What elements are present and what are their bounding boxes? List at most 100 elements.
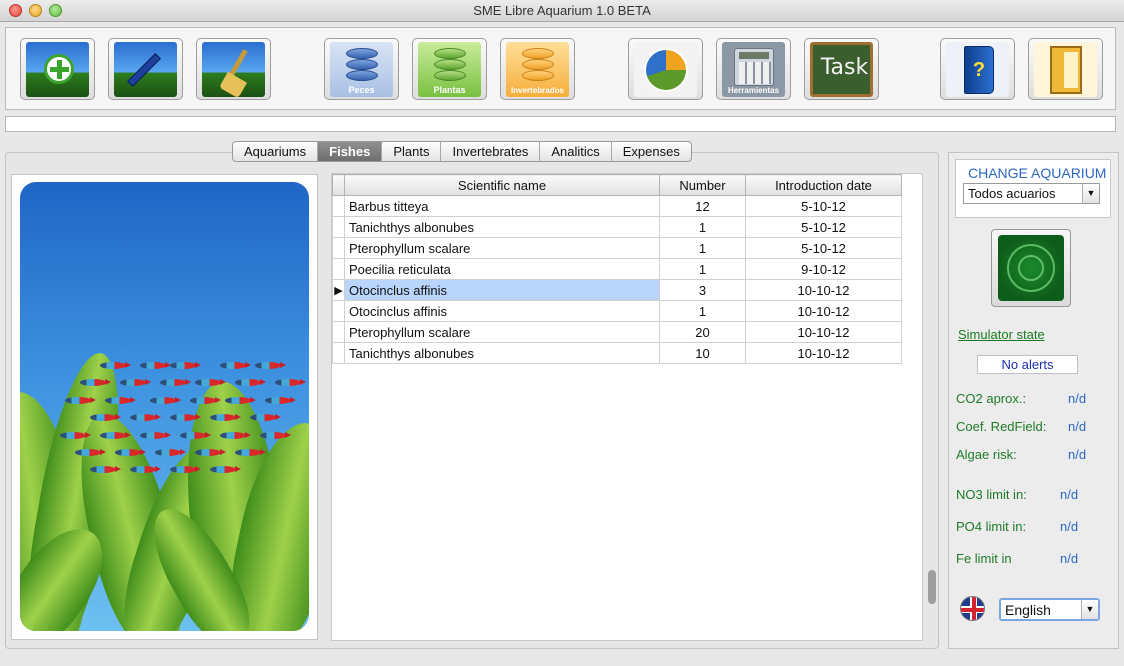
plants-button[interactable]: Plantas	[412, 38, 487, 100]
database-icon	[346, 48, 378, 82]
neon-fish	[65, 397, 96, 404]
param-value-po4-limit: n/d	[1060, 519, 1079, 534]
tab-expenses[interactable]: Expenses	[612, 142, 691, 161]
cell-introduction-date[interactable]: 9-10-12	[745, 258, 902, 280]
table-row[interactable]: Barbus titteya 12 5-10-12	[332, 195, 902, 217]
cell-introduction-date[interactable]: 10-10-12	[745, 342, 902, 364]
neon-fish	[130, 414, 161, 421]
cell-introduction-date[interactable]: 5-10-12	[745, 195, 902, 217]
cell-number[interactable]: 10	[659, 342, 746, 364]
cell-introduction-date[interactable]: 10-10-12	[745, 300, 902, 322]
add-aquarium-button[interactable]	[20, 38, 95, 100]
cell-introduction-date[interactable]: 5-10-12	[745, 237, 902, 259]
neon-fish	[100, 432, 131, 439]
neon-fish	[210, 414, 241, 421]
table-scrollbar-thumb[interactable]	[928, 570, 936, 604]
cell-scientific-name[interactable]: Tanichthys albonubes	[344, 342, 660, 364]
neon-fish	[90, 466, 121, 473]
cell-scientific-name[interactable]: Pterophyllum scalare	[344, 237, 660, 259]
tab-analitics[interactable]: Analitics	[540, 142, 612, 161]
column-header-number[interactable]: Number	[659, 174, 746, 196]
table-row[interactable]: Tanichthys albonubes 10 10-10-12	[332, 342, 902, 364]
neon-fish	[140, 432, 171, 439]
neon-fish	[170, 362, 201, 369]
chevron-down-icon[interactable]: ▼	[1081, 600, 1098, 619]
neon-fish	[90, 414, 121, 421]
table-row-selected[interactable]: ▶ Otocinclus affinis 3 10-10-12	[332, 279, 902, 301]
chalkboard-icon: Task	[810, 42, 873, 97]
tab-plants[interactable]: Plants	[382, 142, 442, 161]
clean-aquarium-button[interactable]	[196, 38, 271, 100]
param-value-no3-limit: n/d	[1060, 487, 1079, 502]
cell-introduction-date[interactable]: 5-10-12	[745, 216, 902, 238]
neon-fish	[220, 432, 251, 439]
cell-number[interactable]: 1	[659, 216, 746, 238]
aquarium-select[interactable]: Todos acuarios ▼	[963, 183, 1100, 204]
cell-number[interactable]: 1	[659, 258, 746, 280]
cell-number[interactable]: 20	[659, 321, 746, 343]
cell-number[interactable]: 3	[659, 279, 746, 301]
table-row[interactable]: Tanichthys albonubes 1 5-10-12	[332, 216, 902, 238]
aquarium-image	[20, 182, 309, 631]
exit-button[interactable]	[1028, 38, 1103, 100]
param-value-fe-limit: n/d	[1060, 551, 1079, 566]
row-marker	[332, 237, 345, 259]
neon-fish	[255, 362, 286, 369]
cell-number[interactable]: 1	[659, 300, 746, 322]
neon-fish	[105, 397, 136, 404]
edit-aquarium-button[interactable]	[108, 38, 183, 100]
statistics-button[interactable]	[628, 38, 703, 100]
tools-button[interactable]: Herramientas	[716, 38, 791, 100]
cell-number[interactable]: 12	[659, 195, 746, 217]
tab-invertebrates[interactable]: Invertebrates	[441, 142, 541, 161]
tab-aquariums[interactable]: Aquariums	[233, 142, 319, 161]
cell-scientific-name[interactable]: Otocinclus affinis	[344, 279, 660, 301]
simulator-state-link[interactable]: Simulator state	[958, 327, 1045, 342]
cell-introduction-date[interactable]: 10-10-12	[745, 279, 902, 301]
alerts-status: No alerts	[977, 355, 1078, 374]
tab-bar: Aquariums Fishes Plants Invertebrates An…	[232, 141, 692, 162]
neon-fish	[170, 414, 201, 421]
add-icon	[44, 54, 74, 84]
invertebrates-button[interactable]: Invertebrados	[500, 38, 575, 100]
cell-scientific-name[interactable]: Barbus titteya	[344, 195, 660, 217]
database-icon	[522, 48, 554, 82]
neon-fish	[235, 379, 266, 386]
tab-fishes[interactable]: Fishes	[318, 142, 383, 161]
help-button[interactable]: ?	[940, 38, 1015, 100]
main-toolbar: Peces Plantas Invertebrados Herramientas…	[5, 27, 1116, 110]
language-select[interactable]: English ▼	[999, 598, 1100, 621]
cell-scientific-name[interactable]: Otocinclus affinis	[344, 300, 660, 322]
column-header-introduction-date[interactable]: Introduction date	[745, 174, 902, 196]
param-value-redfield: n/d	[1068, 419, 1087, 434]
cell-scientific-name[interactable]: Tanichthys albonubes	[344, 216, 660, 238]
table-row[interactable]: Pterophyllum scalare 1 5-10-12	[332, 237, 902, 259]
table-row[interactable]: Otocinclus affinis 1 10-10-12	[332, 300, 902, 322]
table-row[interactable]: Poecilia reticulata 1 9-10-12	[332, 258, 902, 280]
neon-fish	[235, 449, 266, 456]
cell-number[interactable]: 1	[659, 237, 746, 259]
row-marker	[332, 195, 345, 217]
chevron-down-icon[interactable]: ▼	[1082, 184, 1099, 203]
neon-fish	[210, 466, 241, 473]
aquarium-select-value: Todos acuarios	[968, 186, 1056, 201]
cell-scientific-name[interactable]: Poecilia reticulata	[344, 258, 660, 280]
fish-table-area: Scientific name Number Introduction date…	[331, 173, 923, 641]
title-bar: SME Libre Aquarium 1.0 BETA	[0, 0, 1124, 22]
task-button[interactable]: Task	[804, 38, 879, 100]
neon-fish	[225, 397, 256, 404]
window-title: SME Libre Aquarium 1.0 BETA	[473, 3, 651, 18]
change-aquarium-title: CHANGE AQUARIUM	[968, 165, 1107, 181]
neon-fish	[170, 466, 201, 473]
cell-scientific-name[interactable]: Pterophyllum scalare	[344, 321, 660, 343]
neon-fish	[60, 432, 91, 439]
status-strip	[5, 116, 1116, 132]
table-row[interactable]: Pterophyllum scalare 20 10-10-12	[332, 321, 902, 343]
row-marker	[332, 258, 345, 280]
column-header-scientific-name[interactable]: Scientific name	[344, 174, 660, 196]
simulator-radar-button[interactable]	[991, 229, 1071, 307]
neon-fish	[120, 379, 151, 386]
fishes-button[interactable]: Peces	[324, 38, 399, 100]
cell-introduction-date[interactable]: 10-10-12	[745, 321, 902, 343]
neon-fish	[115, 449, 146, 456]
